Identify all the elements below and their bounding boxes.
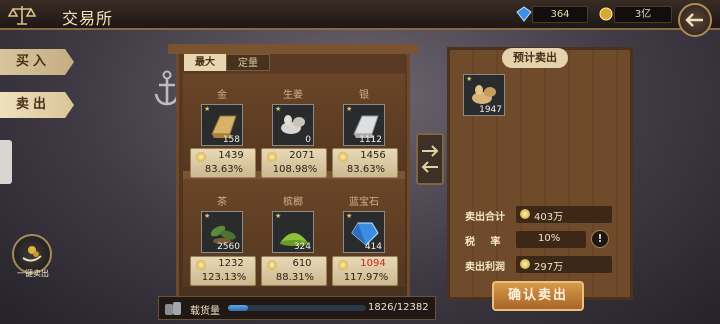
item-count: 1112 bbox=[359, 135, 382, 145]
item-percent: 88.31% bbox=[275, 272, 315, 283]
coin-icon bbox=[267, 260, 277, 270]
price-card: 1232 123.13% bbox=[190, 256, 256, 286]
sapphire-gem-icon bbox=[516, 6, 532, 22]
gem-counter: 364 bbox=[532, 6, 588, 23]
item-percent: 117.97% bbox=[343, 272, 389, 283]
one-key-sell-label: 一键卖出 bbox=[17, 269, 49, 278]
confirm-sell-button[interactable]: 确认卖出 bbox=[492, 281, 584, 311]
item-tile-tea[interactable]: ★ 2560 bbox=[201, 211, 243, 253]
coin-icon bbox=[196, 152, 206, 162]
item-count: 2560 bbox=[217, 242, 240, 252]
transfer-button[interactable] bbox=[416, 133, 444, 185]
swap-arrows-icon bbox=[421, 145, 439, 173]
sell-item-tile[interactable]: ★ 1947 bbox=[463, 74, 505, 116]
item-price: 1094 bbox=[360, 258, 386, 269]
cargo-progress-fill bbox=[228, 305, 249, 311]
item-count: 0 bbox=[305, 135, 311, 145]
tax-info-button[interactable]: ! bbox=[591, 230, 609, 248]
item-price: 1439 bbox=[218, 150, 244, 161]
profit-box: 297万 bbox=[516, 256, 612, 273]
item-name: 银 bbox=[359, 90, 369, 101]
item-count: 158 bbox=[222, 135, 240, 145]
coin-icon bbox=[338, 152, 348, 162]
gold-coin-icon bbox=[598, 6, 614, 22]
gold-counter: 3亿 bbox=[614, 6, 672, 23]
tax-value: 10% bbox=[538, 233, 561, 244]
cargo-barrels-icon bbox=[163, 298, 183, 318]
sell-preview-title: 预计卖出 bbox=[502, 48, 568, 68]
tab-fixed-quantity[interactable]: 定量 bbox=[226, 54, 270, 71]
tab-buy[interactable]: 买入 bbox=[0, 49, 74, 75]
back-button[interactable] bbox=[678, 3, 712, 37]
scales-icon bbox=[2, 0, 42, 30]
item-tile-sapphire[interactable]: ★ 414 bbox=[343, 211, 385, 253]
item-tile-gold[interactable]: ★ 158 bbox=[201, 104, 243, 146]
item-price: 610 bbox=[292, 258, 312, 269]
item-name: 茶 bbox=[217, 197, 227, 208]
item-name: 金 bbox=[217, 90, 227, 101]
item-count: 414 bbox=[364, 242, 382, 252]
price-card: 1439 83.63% bbox=[190, 148, 256, 178]
coins-hand-icon bbox=[22, 246, 42, 262]
side-edge-handle[interactable] bbox=[0, 140, 12, 184]
item-price: 1456 bbox=[360, 150, 386, 161]
coin-icon bbox=[520, 259, 530, 269]
item-price: 1232 bbox=[218, 258, 244, 269]
item-tile-silver[interactable]: ★ 1112 bbox=[343, 104, 385, 146]
sell-item-count: 1947 bbox=[479, 105, 502, 115]
coin-icon bbox=[267, 152, 277, 162]
total-label: 卖出合计 bbox=[465, 212, 505, 223]
tax-box: 10% bbox=[516, 231, 586, 248]
total-value: 403万 bbox=[534, 212, 564, 223]
item-percent: 83.63% bbox=[346, 164, 386, 175]
coin-icon bbox=[520, 209, 530, 219]
item-name: 蓝宝石 bbox=[349, 197, 379, 208]
coin-icon bbox=[338, 260, 348, 270]
coin-icon bbox=[196, 260, 206, 270]
tab-max[interactable]: 最大 bbox=[184, 54, 226, 71]
back-arrow-icon bbox=[685, 13, 703, 27]
price-card: 1094 117.97% bbox=[332, 256, 398, 286]
item-price: 2071 bbox=[289, 150, 315, 161]
item-name: 生姜 bbox=[283, 90, 303, 101]
item-tile-ginger[interactable]: ★ 0 bbox=[272, 104, 314, 146]
profit-value: 297万 bbox=[534, 262, 564, 273]
profit-label: 卖出利润 bbox=[465, 262, 505, 273]
shelf-top-beam bbox=[168, 44, 418, 54]
item-percent: 123.13% bbox=[201, 272, 247, 283]
price-card: 2071 108.98% bbox=[261, 148, 327, 178]
tab-sell[interactable]: 卖出 bbox=[0, 92, 74, 118]
price-card: 610 88.31% bbox=[261, 256, 327, 286]
item-name: 槟榔 bbox=[283, 197, 303, 208]
item-count: 324 bbox=[293, 242, 311, 252]
item-tile-betel-nut[interactable]: ★ 324 bbox=[272, 211, 314, 253]
tax-label: 税 率 bbox=[465, 237, 507, 248]
cargo-progress bbox=[228, 305, 366, 311]
cargo-label: 载货量 bbox=[190, 306, 220, 317]
cargo-value: 1826/12382 bbox=[368, 302, 429, 313]
item-percent: 108.98% bbox=[272, 164, 318, 175]
page-title: 交易所 bbox=[62, 9, 114, 28]
item-percent: 83.63% bbox=[204, 164, 244, 175]
total-box: 403万 bbox=[516, 206, 612, 223]
price-card: 1456 83.63% bbox=[332, 148, 398, 178]
